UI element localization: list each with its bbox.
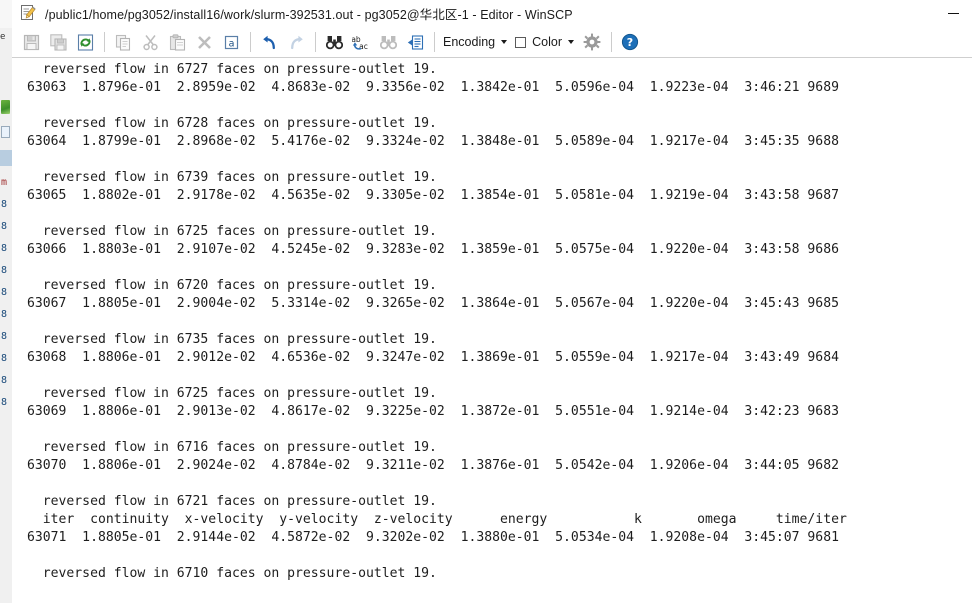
background-fragment-8-c: 8 xyxy=(1,243,8,254)
color-dropdown[interactable]: Color xyxy=(512,29,579,55)
find-again-button[interactable] xyxy=(375,29,401,55)
background-fragment-m: m xyxy=(1,177,8,188)
color-label: Color xyxy=(532,35,562,49)
undo-button[interactable] xyxy=(256,29,282,55)
help-button[interactable]: ? xyxy=(617,29,643,55)
svg-text:?: ? xyxy=(627,36,633,49)
background-fragment-e: e xyxy=(0,32,6,42)
encoding-label: Encoding xyxy=(443,35,496,49)
toolbar-separator-2 xyxy=(250,32,251,52)
background-selected-row xyxy=(0,150,12,166)
background-fragment-8-f: 8 xyxy=(1,309,8,320)
background-fragment-8-d: 8 xyxy=(1,265,8,276)
paste-button[interactable] xyxy=(164,29,190,55)
svg-text:ac: ac xyxy=(359,42,368,51)
winscp-editor-window: e m 8 8 8 8 8 8 8 8 8 8 /public1/home/pg… xyxy=(0,0,972,603)
go-to-line-button[interactable] xyxy=(402,29,428,55)
editor-window: /public1/home/pg3052/install16/work/slur… xyxy=(12,0,972,603)
preferences-button[interactable] xyxy=(579,29,605,55)
delete-button[interactable] xyxy=(191,29,217,55)
titlebar: /public1/home/pg3052/install16/work/slur… xyxy=(12,0,972,27)
background-window-sliver[interactable]: e m 8 8 8 8 8 8 8 8 8 8 xyxy=(0,0,12,603)
select-all-button[interactable]: a xyxy=(218,29,244,55)
toolbar: a ab ac Encoding Color ? xyxy=(12,27,972,58)
window-controls xyxy=(934,0,972,27)
cut-button[interactable] xyxy=(137,29,163,55)
window-title: /public1/home/pg3052/install16/work/slur… xyxy=(45,7,573,22)
background-fragment-8-g: 8 xyxy=(1,331,8,342)
svg-text:a: a xyxy=(228,38,234,49)
chevron-down-icon xyxy=(568,40,574,44)
background-fragment-8-j: 8 xyxy=(1,397,8,408)
background-fragment-8-i: 8 xyxy=(1,375,8,386)
replace-button[interactable]: ab ac xyxy=(348,29,374,55)
editor-content[interactable]: reversed flow in 6727 faces on pressure-… xyxy=(13,58,972,583)
background-green-icon xyxy=(1,100,10,114)
toolbar-separator-4 xyxy=(434,32,435,52)
background-small-box-icon xyxy=(1,126,10,138)
editor-left-margin xyxy=(13,58,15,603)
minimize-button[interactable] xyxy=(934,0,972,27)
background-fragment-8-h: 8 xyxy=(1,353,8,364)
color-swatch-icon xyxy=(515,36,527,48)
copy-button[interactable] xyxy=(110,29,136,55)
toolbar-separator-1 xyxy=(104,32,105,52)
edit-document-icon xyxy=(20,4,38,22)
editor-text-area[interactable]: reversed flow in 6727 faces on pressure-… xyxy=(12,58,972,603)
chevron-down-icon xyxy=(501,40,508,44)
background-window-titlebar xyxy=(0,0,12,28)
toolbar-separator-3 xyxy=(315,32,316,52)
background-fragment-8-b: 8 xyxy=(1,221,8,232)
reload-button[interactable] xyxy=(72,29,98,55)
save-button[interactable] xyxy=(18,29,44,55)
encoding-dropdown[interactable]: Encoding xyxy=(440,29,512,55)
background-fragment-8-e: 8 xyxy=(1,287,8,298)
find-button[interactable] xyxy=(321,29,347,55)
save-as-button[interactable] xyxy=(45,29,71,55)
redo-button[interactable] xyxy=(283,29,309,55)
background-fragment-8-a: 8 xyxy=(1,199,8,210)
toolbar-separator-5 xyxy=(611,32,612,52)
